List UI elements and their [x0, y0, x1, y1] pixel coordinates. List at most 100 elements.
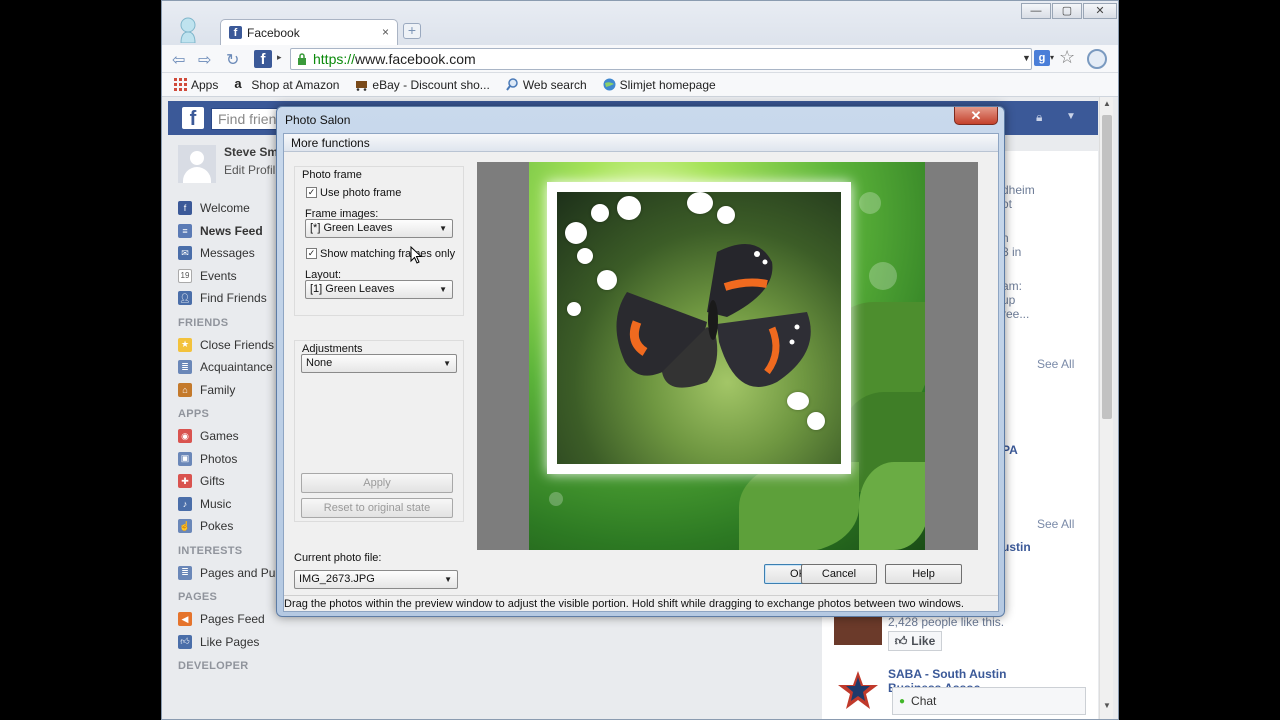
address-bar[interactable]: https://www.facebook.com: [290, 48, 1032, 70]
scroll-up-icon[interactable]: ▲: [1103, 99, 1111, 108]
user-profile-icon[interactable]: [178, 17, 198, 43]
dialog-close-button[interactable]: ✕: [954, 107, 998, 125]
dialog-body: More functions Photo frame ✓ Use photo f…: [283, 133, 999, 612]
right-text-fragment: am:: [1002, 279, 1023, 293]
avatar[interactable]: [178, 145, 216, 183]
help-button[interactable]: Help: [885, 564, 962, 584]
frame-background-image[interactable]: [529, 162, 925, 550]
privacy-shortcuts-icon[interactable]: 🔒︎: [1036, 110, 1042, 125]
news-feed-icon: ≡: [178, 223, 192, 238]
sidebar-item-label: News Feed: [200, 223, 263, 238]
bookmark-apps[interactable]: Apps: [174, 78, 218, 92]
lock-icon: [298, 53, 306, 65]
facebook-icon: f: [178, 201, 192, 216]
layout-select[interactable]: [1] Green Leaves ▼: [305, 280, 453, 299]
tab-facebook[interactable]: f Facebook ×: [220, 19, 398, 45]
gift-icon: ✚: [178, 474, 192, 489]
forward-arrow-icon[interactable]: ⇨: [198, 50, 211, 70]
sidebar-item-label: Find Friends: [200, 291, 267, 306]
like-button[interactable]: 👍︎ Like: [888, 631, 942, 651]
current-photo-file-label: Current photo file:: [294, 552, 382, 564]
close-window-button[interactable]: ✕: [1083, 3, 1117, 19]
thumbs-up-icon: 👍︎: [178, 634, 192, 649]
search-engine-dropdown-icon[interactable]: ▾: [1050, 53, 1054, 62]
sidebar-item-like-pages[interactable]: 👍︎ Like Pages: [178, 631, 298, 654]
sidebar-item-label: Pokes: [200, 519, 234, 534]
frame-images-select[interactable]: [*] Green Leaves ▼: [305, 219, 453, 238]
saba-star-logo-icon[interactable]: [834, 669, 882, 711]
butterfly-image: [616, 244, 811, 388]
see-all-link[interactable]: See All: [1037, 517, 1074, 531]
chevron-down-icon: ▼: [439, 224, 447, 233]
settings-gear-icon[interactable]: [1087, 49, 1107, 69]
photo-preview-area[interactable]: [477, 162, 978, 550]
bookmark-label: Slimjet homepage: [619, 77, 716, 92]
sidebar-item-label: Games: [200, 429, 239, 444]
chevron-down-icon: ▼: [443, 359, 451, 368]
bookmark-amazon[interactable]: a Shop at Amazon: [234, 76, 340, 92]
scroll-down-icon[interactable]: ▼: [1103, 701, 1111, 710]
browser-titlebar: f Facebook × + — ▢ ✕: [162, 1, 1118, 45]
right-text-fragment: ustin: [1002, 540, 1031, 554]
tab-close-icon[interactable]: ×: [382, 25, 389, 39]
sidebar-item-label: Events: [200, 268, 237, 283]
edit-profile-link[interactable]: Edit Profil: [224, 163, 278, 177]
adjustments-select[interactable]: None ▼: [301, 354, 457, 373]
chat-bar[interactable]: ● Chat: [892, 687, 1086, 715]
page-scrollbar[interactable]: ▲ ▼: [1099, 97, 1113, 719]
browser-toolbar: ⇦ ⇨ ↻ f ▸ https://www.facebook.com ▼ g ▾…: [162, 45, 1118, 73]
sidebar-item-label: Music: [200, 496, 232, 511]
scrollbar-thumb[interactable]: [1102, 115, 1112, 419]
list-icon: ≣: [178, 565, 192, 580]
page-menu-arrow-icon[interactable]: ▸: [277, 52, 282, 63]
music-icon: ♪: [178, 496, 192, 511]
maximize-button[interactable]: ▢: [1052, 3, 1082, 19]
chat-label: Chat: [911, 694, 937, 708]
saba-page-title[interactable]: SABA - South Austin: [888, 667, 1006, 681]
section-developer: DEVELOPER: [178, 660, 249, 672]
facebook-site-icon[interactable]: f: [254, 50, 272, 68]
chevron-down-icon: ▼: [444, 575, 452, 584]
more-functions-bar[interactable]: More functions: [284, 134, 998, 152]
apply-button[interactable]: Apply: [301, 473, 453, 493]
bookmark-slimjet[interactable]: Slimjet homepage: [603, 78, 716, 92]
bookmark-ebay[interactable]: eBay - Discount sho...: [355, 77, 490, 92]
current-photo-file-select[interactable]: IMG_2673.JPG ▼: [294, 570, 458, 589]
page-likes-count: 2,428 people like this.: [888, 615, 1005, 629]
url-dropdown-icon[interactable]: ▼: [1022, 53, 1031, 63]
current-photo-file-value: IMG_2673.JPG: [299, 573, 375, 585]
bookmark-label: Shop at Amazon: [251, 77, 340, 92]
frame-images-value: [*] Green Leaves: [310, 222, 393, 234]
back-arrow-icon[interactable]: ⇦: [172, 50, 185, 70]
minimize-button[interactable]: —: [1021, 3, 1051, 19]
bookmark-label: eBay - Discount sho...: [372, 77, 490, 92]
show-matching-frames-label: Show matching frames only: [320, 248, 456, 260]
photo-salon-dialog: Photo Salon ✕ More functions Photo frame…: [276, 106, 1005, 617]
sidebar-item-label: Pages and Pu: [200, 565, 276, 580]
use-photo-frame-checkbox[interactable]: ✓: [306, 187, 317, 198]
reset-button[interactable]: Reset to original state: [301, 498, 453, 518]
account-menu-arrow-icon[interactable]: ▼: [1066, 111, 1076, 122]
bookmark-label: Apps: [191, 77, 219, 92]
url-scheme: https://: [313, 51, 356, 67]
cancel-button[interactable]: Cancel: [801, 564, 877, 584]
google-search-icon[interactable]: g: [1034, 50, 1050, 66]
see-all-link[interactable]: See All: [1037, 357, 1074, 371]
bookmark-star-icon[interactable]: ☆: [1059, 47, 1075, 68]
amazon-icon: a: [234, 76, 242, 91]
reload-icon[interactable]: ↻: [226, 50, 239, 70]
layout-value: [1] Green Leaves: [310, 283, 395, 295]
house-icon: ⌂: [178, 382, 192, 397]
poke-icon: ☝: [178, 519, 192, 534]
photo-frame[interactable]: [547, 182, 851, 474]
bookmark-web-search[interactable]: Web search: [506, 78, 587, 92]
tab-title: Facebook: [247, 25, 300, 40]
show-matching-frames-checkbox[interactable]: ✓: [306, 248, 317, 259]
photo-image[interactable]: [557, 192, 841, 464]
status-bar: Drag the photos within the preview windo…: [284, 595, 998, 611]
profile-name[interactable]: Steve Sm: [224, 145, 278, 159]
facebook-logo-icon[interactable]: f: [182, 107, 204, 130]
adjustments-group: Adjustments None ▼ Apply Reset to origin…: [294, 340, 464, 522]
new-tab-button[interactable]: +: [403, 23, 421, 39]
sidebar-item-label: Welcome: [200, 201, 250, 216]
